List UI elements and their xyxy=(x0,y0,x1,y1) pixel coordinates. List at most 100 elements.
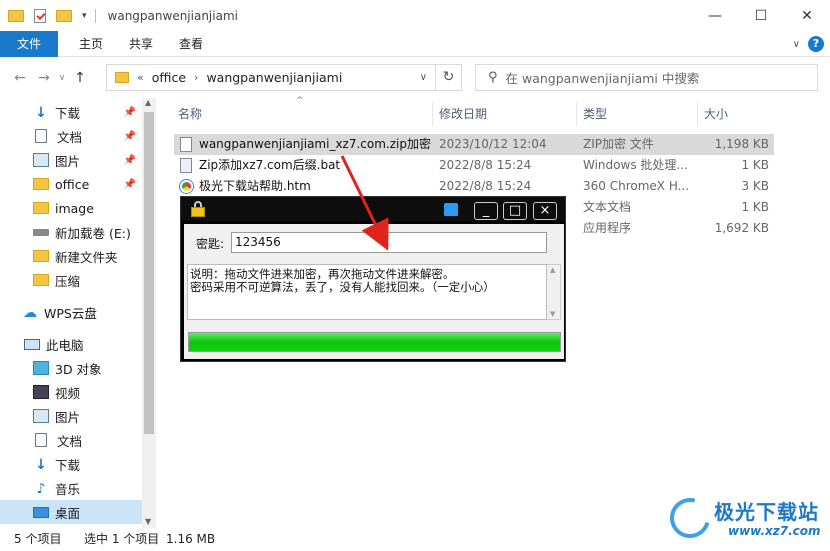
dialog-title-bar[interactable]: _ □ × xyxy=(181,197,565,221)
search-input[interactable]: ⚲ 在 wangpanwenjianjiami 中搜索 xyxy=(475,64,818,91)
sidebar-item-label: 桌面 xyxy=(55,505,81,521)
column-date[interactable]: 修改日期 xyxy=(439,102,487,126)
minimize-button[interactable]: _ xyxy=(474,202,498,220)
back-arrow-icon[interactable]: ← xyxy=(8,70,32,86)
tab-file[interactable]: 文件 xyxy=(0,30,59,57)
sidebar-item-office[interactable]: office 📌 xyxy=(0,172,142,196)
file-row[interactable]: wangpanwenjianjiami_xz7.com.zip加密 2023/1… xyxy=(174,134,774,155)
sidebar-item-wps-cloud[interactable]: ☁ WPS云盘 xyxy=(0,300,142,324)
help-icon[interactable]: ? xyxy=(808,36,824,52)
expand-ribbon-icon[interactable]: ∨ xyxy=(793,39,800,50)
sidebar-item-label: 压缩 xyxy=(55,273,81,289)
3d-objects-icon xyxy=(33,361,49,375)
drive-icon xyxy=(33,228,49,236)
minimize-button[interactable]: — xyxy=(692,0,738,31)
desktop-icon xyxy=(33,506,49,518)
maximize-button[interactable]: □ xyxy=(503,202,527,220)
sidebar-item-this-pc[interactable]: 此电脑 xyxy=(0,332,142,356)
watermark-brand: 极光下载站 xyxy=(714,500,819,524)
password-label: 密匙: xyxy=(196,237,225,251)
sidebar-item-label: office xyxy=(55,176,90,192)
picture-icon xyxy=(33,153,49,167)
forward-arrow-icon[interactable]: → xyxy=(32,70,56,86)
sidebar-item-label: 此电脑 xyxy=(46,337,84,353)
up-arrow-icon[interactable]: ↑ xyxy=(68,70,92,86)
file-date: 2022/8/8 15:24 xyxy=(439,158,532,172)
scroll-up-icon[interactable]: ▲ xyxy=(550,266,555,274)
tab-home[interactable]: 主页 xyxy=(66,31,116,57)
file-name: wangpanwenjianjiami_xz7.com.zip加密 xyxy=(199,137,431,151)
sidebar-item-downloads-pc[interactable]: ↓ 下载 xyxy=(0,452,142,476)
sidebar-item-pictures-pc[interactable]: 图片 xyxy=(0,404,142,428)
tab-share[interactable]: 共享 xyxy=(116,31,166,57)
refresh-button[interactable]: ↻ xyxy=(436,64,462,91)
sidebar-item-pictures[interactable]: 图片 📌 xyxy=(0,148,142,172)
column-divider[interactable] xyxy=(576,102,577,126)
file-row[interactable]: 极光下载站帮助.htm 2022/8/8 15:24 360 ChromeX H… xyxy=(174,176,774,197)
sidebar-item-label: 新加载卷 (E:) xyxy=(55,225,131,241)
sidebar-item-music[interactable]: ♪ 音乐 xyxy=(0,476,142,500)
folder-icon[interactable] xyxy=(8,9,24,22)
folder-icon xyxy=(33,274,49,286)
password-field[interactable]: 123456 xyxy=(231,232,547,253)
chevron-down-icon[interactable]: ∨ xyxy=(420,72,427,83)
pin-icon[interactable]: 📌 xyxy=(124,107,136,118)
instructions-scrollbar[interactable]: ▲ ▼ xyxy=(547,264,561,320)
customize-dropdown-icon[interactable]: ▾ xyxy=(82,11,87,21)
file-type: 360 ChromeX H... xyxy=(583,179,690,193)
window-title: wangpanwenjianjiami xyxy=(107,8,238,23)
sidebar-item-downloads[interactable]: ↓ 下载 📌 xyxy=(0,100,142,124)
site-watermark: 极光下载站 www.xz7.com xyxy=(662,490,826,546)
address-bar[interactable]: « office › wangpanwenjianjiami ∨ xyxy=(106,64,436,91)
scroll-up-icon[interactable]: ▲ xyxy=(145,98,151,107)
sidebar-scrollbar[interactable]: ▲ ▼ xyxy=(142,98,156,528)
encryption-dialog[interactable]: _ □ × 密匙: 123456 说明：拖动文件进来加密，再次拖动文件进来解密。… xyxy=(180,196,566,362)
music-icon: ♪ xyxy=(36,481,46,497)
sidebar-item-desktop[interactable]: 桌面 xyxy=(0,500,142,524)
column-divider[interactable] xyxy=(432,102,433,126)
navigation-pane: ↓ 下载 📌 文档 📌 图片 📌 office 📌 image 新加载卷 (E:… xyxy=(0,98,156,528)
scroll-down-icon[interactable]: ▼ xyxy=(145,517,151,526)
file-size: 3 KB xyxy=(741,179,769,193)
search-placeholder: 在 wangpanwenjianjiami 中搜索 xyxy=(505,71,700,86)
breadcrumb-overflow[interactable]: « xyxy=(137,71,144,84)
skin-icon[interactable] xyxy=(444,203,458,216)
sidebar-item-compress[interactable]: 压缩 xyxy=(0,268,142,292)
picture-icon xyxy=(33,409,49,423)
close-button[interactable]: ✕ xyxy=(784,0,830,31)
chevron-right-icon[interactable]: › xyxy=(194,71,198,84)
sidebar-item-image[interactable]: image xyxy=(0,196,142,220)
close-button[interactable]: × xyxy=(533,202,557,220)
properties-icon[interactable] xyxy=(34,8,46,23)
pin-icon[interactable]: 📌 xyxy=(124,131,136,142)
recent-locations-icon[interactable]: ∨ xyxy=(56,73,68,83)
document-icon xyxy=(35,129,47,143)
file-row[interactable]: Zip添加xz7.com后缀.bat 2022/8/8 15:24 Window… xyxy=(174,155,774,176)
scrollbar-thumb[interactable] xyxy=(144,112,154,434)
sidebar-item-drive-e[interactable]: 新加载卷 (E:) xyxy=(0,220,142,244)
instructions-text: 说明：拖动文件进来加密，再次拖动文件进来解密。 密码采用不可逆算法，丢了，没有人… xyxy=(187,264,547,320)
new-folder-icon[interactable] xyxy=(56,9,72,22)
file-name: 极光下载站帮助.htm xyxy=(199,179,311,193)
breadcrumb-office[interactable]: office xyxy=(152,70,186,85)
column-size[interactable]: 大小 xyxy=(704,102,728,126)
sidebar-item-new-folder[interactable]: 新建文件夹 xyxy=(0,244,142,268)
pin-icon[interactable]: 📌 xyxy=(124,155,136,166)
column-type[interactable]: 类型 xyxy=(583,102,607,126)
file-size: 1 KB xyxy=(741,200,769,214)
column-name[interactable]: 名称 xyxy=(178,102,202,126)
column-divider[interactable] xyxy=(697,102,698,126)
sidebar-item-3d-objects[interactable]: 3D 对象 xyxy=(0,356,142,380)
sidebar-item-videos[interactable]: 视频 xyxy=(0,380,142,404)
sidebar-item-documents[interactable]: 文档 📌 xyxy=(0,124,142,148)
sidebar-item-documents-pc[interactable]: 文档 xyxy=(0,428,142,452)
tab-view[interactable]: 查看 xyxy=(166,31,216,57)
computer-icon xyxy=(24,338,40,350)
scroll-down-icon[interactable]: ▼ xyxy=(550,310,555,318)
batch-file-icon xyxy=(180,158,192,173)
instructions-line: 密码采用不可逆算法，丢了，没有人能找回来。（一定小心） xyxy=(190,280,495,294)
sidebar-item-label: 图片 xyxy=(55,153,81,169)
maximize-button[interactable]: ☐ xyxy=(738,0,784,31)
pin-icon[interactable]: 📌 xyxy=(124,179,136,190)
breadcrumb-current[interactable]: wangpanwenjianjiami xyxy=(206,70,342,85)
